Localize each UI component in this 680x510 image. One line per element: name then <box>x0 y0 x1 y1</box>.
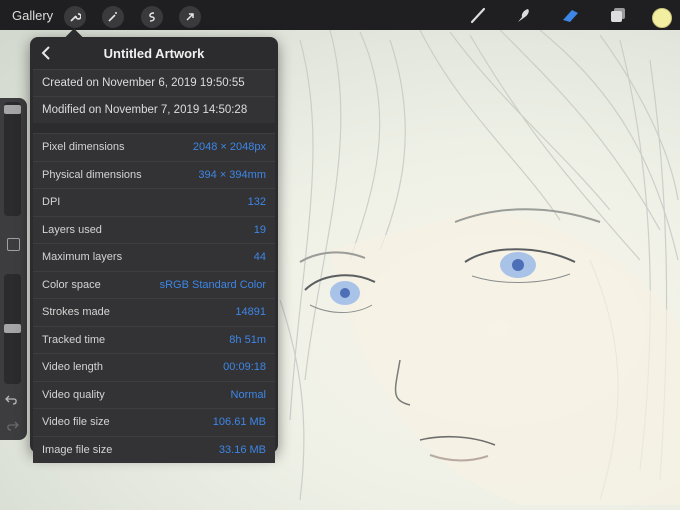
row-label: Tracked time <box>42 333 106 346</box>
panel-title: Untitled Artwork <box>103 45 205 61</box>
eraser-button[interactable] <box>558 0 584 30</box>
panel-header: Untitled Artwork <box>30 37 278 69</box>
info-row-tracked-time: Tracked time 8h 51m <box>33 325 275 353</box>
actions-button[interactable] <box>64 0 86 30</box>
brush-icon <box>470 7 486 24</box>
row-label: Image file size <box>42 443 113 456</box>
layers-button[interactable] <box>606 0 630 30</box>
row-value: 44 <box>253 251 266 264</box>
row-value: Normal <box>230 388 266 401</box>
info-row-layers-used: Layers used 19 <box>33 215 275 243</box>
top-toolbar: Gallery <box>0 0 680 30</box>
info-row-image-file-size: Image file size 33.16 MB <box>33 435 275 463</box>
modified-date: Modified on November 7, 2019 14:50:28 <box>33 96 275 123</box>
row-label: Color space <box>42 278 101 291</box>
color-button[interactable] <box>652 0 672 30</box>
created-date: Created on November 6, 2019 19:50:55 <box>33 69 275 96</box>
row-label: DPI <box>42 196 61 209</box>
row-value: 00:09:18 <box>223 361 266 374</box>
brush-button[interactable] <box>467 0 491 30</box>
row-label: Layers used <box>42 223 102 236</box>
magic-wand-icon <box>102 6 124 28</box>
row-label: Video file size <box>42 416 110 429</box>
info-row-video-length: Video length 00:09:18 <box>33 353 275 381</box>
row-label: Video quality <box>42 388 105 401</box>
layers-icon <box>611 8 625 22</box>
row-value: 14891 <box>235 306 266 319</box>
info-row-video-quality: Video quality Normal <box>33 380 275 408</box>
row-value: 132 <box>247 196 266 209</box>
row-value: 8h 51m <box>229 333 266 346</box>
info-row-maximum-layers: Maximum layers 44 <box>33 243 275 271</box>
eraser-icon <box>563 10 578 22</box>
adjustments-button[interactable] <box>102 0 124 30</box>
redo-icon[interactable] <box>5 420 19 435</box>
brush-size-slider[interactable] <box>4 102 21 216</box>
info-row-dpi: DPI 132 <box>33 188 275 216</box>
info-rows-list: Pixel dimensions 2048 × 2048px Physical d… <box>30 133 278 463</box>
smudge-button[interactable] <box>512 0 536 30</box>
selection-button[interactable] <box>141 0 163 30</box>
wrench-icon <box>64 6 86 28</box>
row-label: Pixel dimensions <box>42 141 125 154</box>
transform-button[interactable] <box>179 0 201 30</box>
left-sidebar <box>0 98 27 440</box>
undo-icon[interactable] <box>5 394 19 409</box>
current-color-swatch <box>652 7 672 28</box>
transform-arrow-icon <box>179 6 201 28</box>
row-value: 2048 × 2048px <box>192 141 266 154</box>
row-value: 19 <box>253 223 266 236</box>
info-row-physical-dimensions: Physical dimensions 394 × 394mm <box>33 160 275 188</box>
artwork-info-panel: Untitled Artwork Created on November 6, … <box>30 37 278 463</box>
smudge-icon <box>518 9 529 22</box>
row-value: 394 × 394mm <box>198 168 266 181</box>
row-label: Physical dimensions <box>42 168 142 181</box>
row-label: Video length <box>42 361 103 374</box>
modify-button[interactable] <box>7 238 20 251</box>
chevron-left-icon <box>41 46 50 60</box>
info-row-video-file-size: Video file size 106.61 MB <box>33 408 275 436</box>
gallery-button[interactable]: Gallery <box>12 0 53 30</box>
info-row-color-space: Color space sRGB Standard Color <box>33 270 275 298</box>
info-row-strokes-made: Strokes made 14891 <box>33 298 275 326</box>
back-button[interactable] <box>38 43 56 63</box>
row-label: Maximum layers <box>42 251 123 264</box>
info-row-pixel-dimensions: Pixel dimensions 2048 × 2048px <box>33 133 275 161</box>
opacity-slider[interactable] <box>4 274 21 384</box>
brush-size-knob[interactable] <box>4 105 21 114</box>
row-label: Strokes made <box>42 306 110 319</box>
row-value: sRGB Standard Color <box>159 278 266 291</box>
row-value: 33.16 MB <box>218 443 266 456</box>
opacity-knob[interactable] <box>4 324 21 333</box>
selection-icon <box>141 6 163 28</box>
row-value: 106.61 MB <box>212 416 266 429</box>
